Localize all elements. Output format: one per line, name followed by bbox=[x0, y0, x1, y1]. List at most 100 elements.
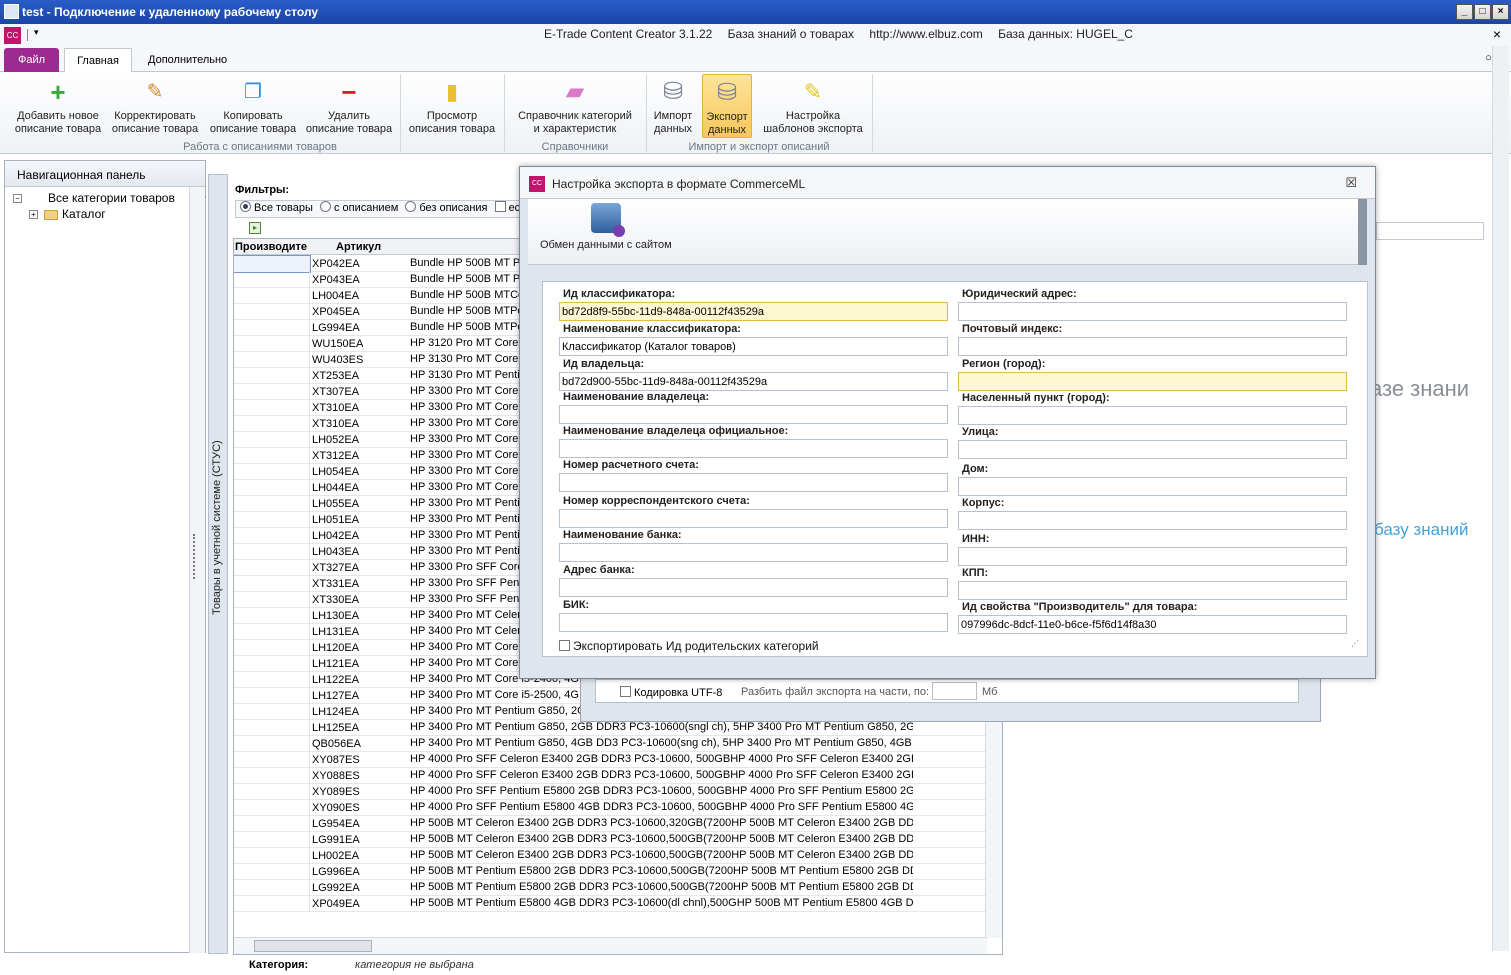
reference-books-button[interactable]: ▰ Справочник категорий и характеристик bbox=[508, 76, 642, 136]
manufacturer-cell[interactable] bbox=[234, 384, 310, 400]
resize-grip-icon[interactable]: ⋰ bbox=[1351, 639, 1359, 648]
manufacturer-cell[interactable] bbox=[234, 320, 310, 336]
manufacturer-cell[interactable] bbox=[234, 560, 310, 576]
table-row[interactable]: LH002EA HP 500B MT Celeron E3400 2GB DDR3… bbox=[234, 848, 986, 864]
website-link[interactable]: http://www.elbuz.com bbox=[869, 27, 982, 41]
tree-item-all-categories[interactable]: − Все категории товаров bbox=[13, 191, 205, 207]
tab-main[interactable]: Главная bbox=[64, 48, 132, 72]
article-cell[interactable]: LH004EA bbox=[312, 290, 408, 302]
expand-icon[interactable]: + bbox=[29, 210, 38, 220]
manufacturer-cell[interactable] bbox=[234, 704, 310, 720]
manufacturer-cell[interactable] bbox=[234, 800, 310, 816]
site-exchange-button[interactable]: Обмен данными с сайтом bbox=[540, 203, 672, 251]
name-cell[interactable]: HP 4000 Pro SFF Celeron E3400 2GB DDR3 P… bbox=[410, 769, 913, 781]
table-row[interactable]: LG992EA HP 500B MT Pentium E5800 2GB DDR3… bbox=[234, 880, 986, 896]
article-cell[interactable]: LH054EA bbox=[312, 466, 408, 478]
manufacturer-cell[interactable] bbox=[234, 272, 310, 288]
dialog-toolbar-scrollbar[interactable] bbox=[1358, 199, 1367, 265]
split-size-input[interactable] bbox=[932, 682, 977, 700]
right-field-input[interactable] bbox=[958, 337, 1347, 356]
article-cell[interactable]: LG996EA bbox=[312, 866, 408, 878]
article-cell[interactable]: LH042EA bbox=[312, 530, 408, 542]
name-cell[interactable]: HP 4000 Pro SFF Celeron E3400 2GB DDR3 P… bbox=[410, 753, 913, 765]
article-cell[interactable]: XT310EA bbox=[312, 418, 408, 430]
tree-item-catalog[interactable]: + Каталог bbox=[13, 207, 205, 223]
export-grid-icon[interactable]: ▸ bbox=[249, 222, 261, 234]
manufacturer-cell[interactable] bbox=[234, 688, 310, 704]
manufacturer-cell[interactable] bbox=[234, 768, 310, 784]
right-field-input[interactable] bbox=[958, 581, 1347, 600]
article-cell[interactable]: XT330EA bbox=[312, 594, 408, 606]
right-field-input[interactable]: 097996dc-8dcf-11e0-b6ce-f5f6d14f8a30 bbox=[958, 615, 1347, 634]
article-cell[interactable]: XT253EA bbox=[312, 370, 408, 382]
table-row[interactable]: XY087ES HP 4000 Pro SFF Celeron E3400 2GB… bbox=[234, 752, 986, 768]
qat-dropdown-icon[interactable]: ▾ bbox=[34, 27, 39, 38]
table-row[interactable]: LG954EA HP 500B MT Celeron E3400 2GB DDR3… bbox=[234, 816, 986, 832]
manufacturer-cell[interactable] bbox=[234, 672, 310, 688]
name-cell[interactable]: HP 500B MT Celeron E3400 2GB DDR3 PC3-10… bbox=[410, 849, 913, 861]
right-field-input[interactable] bbox=[958, 372, 1347, 391]
manufacturer-cell[interactable] bbox=[234, 832, 310, 848]
table-row[interactable]: XY090ES HP 4000 Pro SFF Pentium E5800 4GB… bbox=[234, 800, 986, 816]
table-row[interactable]: LG991EA HP 500B MT Celeron E3400 2GB DDR3… bbox=[234, 832, 986, 848]
left-field-input[interactable]: bd72d900-55bc-11d9-848a-00112f43529a bbox=[559, 372, 948, 391]
article-cell[interactable]: LH124EA bbox=[312, 706, 408, 718]
manufacturer-cell[interactable] bbox=[234, 496, 310, 512]
manufacturer-cell[interactable] bbox=[234, 608, 310, 624]
article-cell[interactable]: WU403ES bbox=[312, 354, 408, 366]
filter-extra-checkbox[interactable] bbox=[494, 201, 506, 212]
article-cell[interactable]: QB056EA bbox=[312, 738, 408, 750]
article-cell[interactable]: XT310EA bbox=[312, 402, 408, 414]
left-field-input[interactable]: bd72d8f9-55bc-11d9-848a-00112f43529a bbox=[559, 302, 948, 321]
export-parent-ids-option[interactable]: Экспортировать Ид родительских категорий bbox=[559, 639, 819, 653]
manufacturer-cell[interactable] bbox=[234, 432, 310, 448]
article-cell[interactable]: LG994EA bbox=[312, 322, 408, 334]
article-cell[interactable]: XP045EA bbox=[312, 306, 408, 318]
left-field-input[interactable] bbox=[559, 543, 948, 562]
edit-description-button[interactable]: ✎ Корректировать описание товара bbox=[108, 76, 202, 136]
dialog-close-icon[interactable]: ☒ bbox=[1345, 175, 1357, 191]
splitter-handle[interactable] bbox=[193, 534, 199, 579]
right-field-input[interactable] bbox=[958, 511, 1347, 530]
manufacturer-cell[interactable] bbox=[234, 624, 310, 640]
article-cell[interactable]: XY088ES bbox=[312, 770, 408, 782]
article-cell[interactable]: LH051EA bbox=[312, 514, 408, 526]
search-input[interactable] bbox=[1376, 222, 1484, 240]
manufacturer-cell[interactable] bbox=[234, 576, 310, 592]
manufacturer-cell[interactable] bbox=[234, 255, 311, 273]
manufacturer-cell[interactable] bbox=[234, 592, 310, 608]
utf8-option[interactable]: Кодировка UTF-8 bbox=[616, 686, 722, 699]
name-cell[interactable]: HP 500B MT Celeron E3400 2GB DDR3 PC3-10… bbox=[410, 817, 913, 829]
name-cell[interactable]: HP 4000 Pro SFF Pentium E5800 2GB DDR3 P… bbox=[410, 785, 913, 797]
name-cell[interactable]: HP 500B MT Pentium E5800 4GB DDR3 PC3-10… bbox=[410, 897, 913, 909]
grid-horizontal-scrollbar[interactable] bbox=[234, 937, 987, 954]
manufacturer-cell[interactable] bbox=[234, 416, 310, 432]
manufacturer-cell[interactable] bbox=[234, 640, 310, 656]
article-cell[interactable]: LH121EA bbox=[312, 658, 408, 670]
table-row[interactable]: LG996EA HP 500B MT Pentium E5800 2GB DDR3… bbox=[234, 864, 986, 880]
article-cell[interactable]: LH002EA bbox=[312, 850, 408, 862]
name-cell[interactable]: HP 3400 Pro MT Pentium G850, 4GB DD3 PC3… bbox=[410, 737, 913, 749]
article-cell[interactable]: LG954EA bbox=[312, 818, 408, 830]
table-row[interactable]: QB056EA HP 3400 Pro MT Pentium G850, 4GB … bbox=[234, 736, 986, 752]
article-cell[interactable]: LH043EA bbox=[312, 546, 408, 558]
manufacturer-cell[interactable] bbox=[234, 848, 310, 864]
utf8-checkbox[interactable] bbox=[620, 686, 631, 697]
tab-file[interactable]: Файл bbox=[4, 48, 59, 72]
manufacturer-cell[interactable] bbox=[234, 528, 310, 544]
manufacturer-cell[interactable] bbox=[234, 656, 310, 672]
article-cell[interactable]: XT312EA bbox=[312, 450, 408, 462]
collapse-icon[interactable]: − bbox=[13, 194, 22, 204]
article-cell[interactable]: LH044EA bbox=[312, 482, 408, 494]
article-cell[interactable]: LG992EA bbox=[312, 882, 408, 894]
left-field-input[interactable] bbox=[559, 439, 948, 458]
maximize-button[interactable]: □ bbox=[1474, 4, 1491, 20]
article-cell[interactable]: LH130EA bbox=[312, 610, 408, 622]
manufacturer-cell[interactable] bbox=[234, 896, 310, 912]
manufacturer-cell[interactable] bbox=[234, 512, 310, 528]
knowledge-base-link[interactable]: База знаний о товарах bbox=[728, 27, 854, 41]
manufacturer-cell[interactable] bbox=[234, 288, 310, 304]
manufacturer-cell[interactable] bbox=[234, 480, 310, 496]
manufacturer-cell[interactable] bbox=[234, 816, 310, 832]
name-cell[interactable]: HP 500B MT Pentium E5800 2GB DDR3 PC3-10… bbox=[410, 865, 913, 877]
